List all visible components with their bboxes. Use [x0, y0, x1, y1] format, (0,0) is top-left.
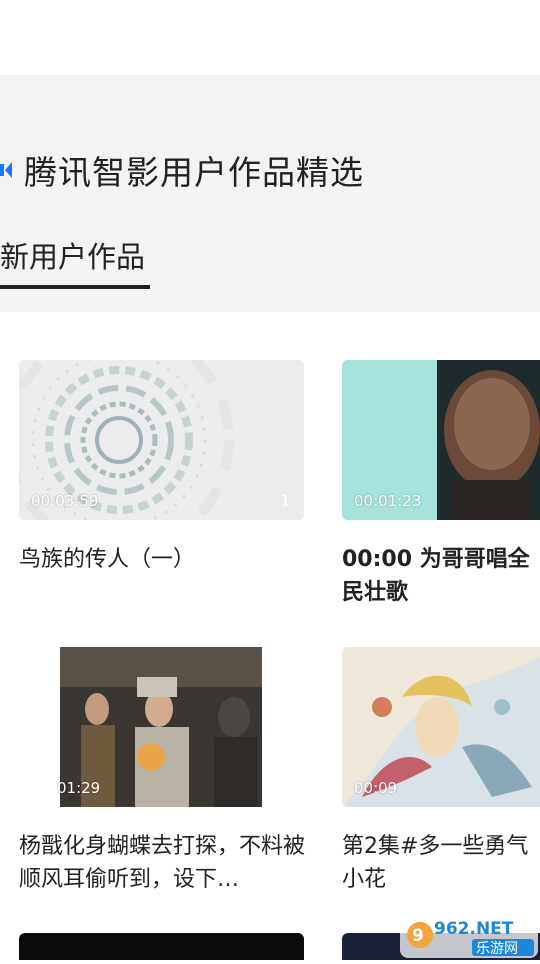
site-watermark: 9 962.NET 乐游网 [398, 910, 540, 960]
video-title[interactable]: 00:00 为哥哥唱全民壮歌 [342, 543, 540, 609]
top-bar [0, 0, 540, 75]
tab-underline [0, 285, 150, 289]
video-thumbnail[interactable] [19, 933, 304, 960]
video-duration: 01:29 [57, 779, 101, 797]
video-duration: 00:09 [354, 779, 398, 797]
video-thumbnail[interactable]: 00:03:59 1 [19, 360, 304, 520]
video-title[interactable]: 杨戬化身蝴蝶去打探，不料被顺风耳偷听到，设下… [19, 830, 309, 896]
svg-text:9: 9 [412, 926, 424, 946]
watermark-logo-icon: 9 962.NET 乐游网 [400, 912, 538, 958]
episode-count: 1 [280, 492, 290, 510]
video-title-text: 00:00 为哥哥唱全民壮歌 [342, 547, 530, 605]
section-title-row: 腾讯智影用户作品精选 [0, 148, 364, 192]
video-thumbnail[interactable]: 00:01:23 [342, 360, 540, 520]
video-thumbnail[interactable]: 00:09 [342, 647, 540, 807]
video-duration: 00:01:23 [354, 492, 422, 510]
svg-text:乐游网: 乐游网 [476, 941, 518, 957]
svg-text:962.NET: 962.NET [434, 919, 514, 939]
video-thumbnail[interactable]: 01:29 [19, 647, 304, 807]
video-title[interactable]: 第2集#多一些勇气小花 [342, 830, 540, 896]
section-marker-icon [0, 162, 12, 178]
video-title[interactable]: 鸟族的传人（一） [19, 543, 319, 576]
section-title: 腾讯智影用户作品精选 [24, 153, 364, 192]
tab-new-user-works[interactable]: 新用户作品 [0, 234, 145, 276]
video-duration: 00:03:59 [31, 492, 99, 510]
